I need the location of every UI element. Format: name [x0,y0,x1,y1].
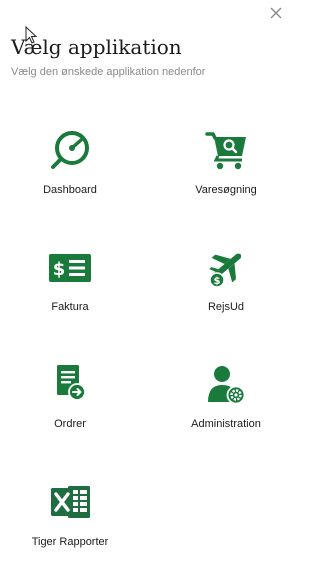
app-label-faktura: Faktura [51,301,89,313]
app-tile-rejsud[interactable]: $ RejsUd [156,245,296,345]
app-label-rejsud: RejsUd [207,301,245,313]
order-document-icon [57,365,86,401]
close-icon[interactable] [267,4,285,22]
excel-icon [51,486,90,518]
svg-text:$: $ [53,259,66,280]
app-tile-ordrer[interactable]: Ordrer [0,362,140,462]
invoice-money-icon: $ [49,254,91,282]
app-tile-varesogning[interactable]: Varesøgning [156,128,296,228]
app-label-ordrer: Ordrer [54,418,86,430]
user-settings-icon [208,366,246,405]
app-tile-faktura[interactable]: $ Faktura [0,245,140,345]
app-label-varesogning: Varesøgning [195,184,257,196]
app-tile-tiger-rapporter[interactable]: Tiger Rapporter [0,480,140,580]
app-label-administration: Administration [191,418,261,430]
plane-money-icon: $ [209,253,242,288]
dialog-title: Vælg applikation [11,35,182,59]
app-label-tiger-rapporter: Tiger Rapporter [31,536,109,548]
cart-search-icon [205,132,246,170]
app-tile-administration[interactable]: Administration [156,362,296,462]
app-label-dashboard: Dashboard [43,184,97,196]
svg-text:$: $ [214,276,221,287]
gauge-icon [51,131,89,169]
app-tile-dashboard[interactable]: Dashboard [0,128,140,228]
dialog-subtitle: Vælg den ønskede applikation nedenfor [11,66,206,78]
